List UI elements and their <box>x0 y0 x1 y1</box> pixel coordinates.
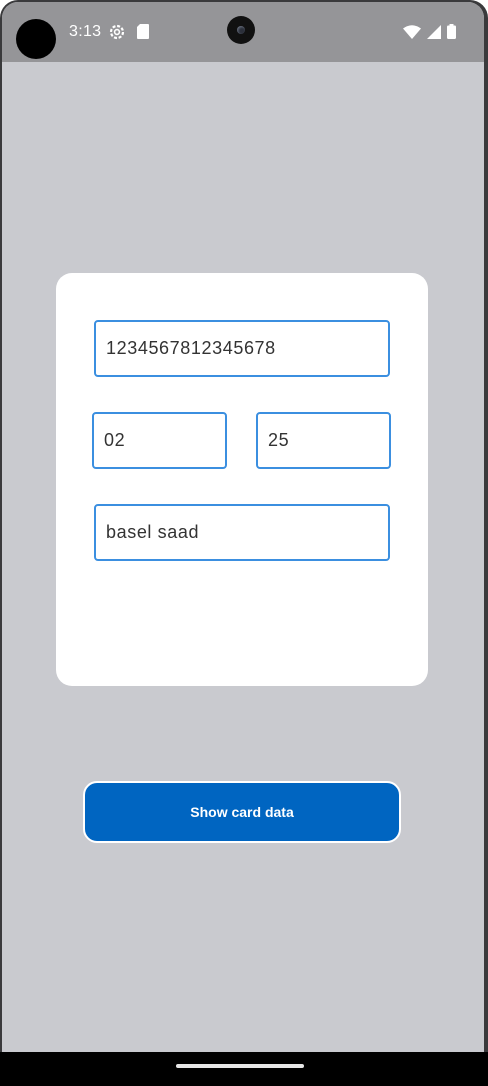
profile-dot-icon <box>16 19 56 59</box>
signal-icon <box>427 24 441 39</box>
show-card-data-button[interactable]: Show card data <box>83 781 401 843</box>
settings-icon <box>109 24 125 40</box>
wifi-icon <box>403 24 421 39</box>
status-indicators <box>403 24 456 39</box>
expiry-month-input[interactable] <box>104 430 225 451</box>
card-form-container <box>56 273 428 686</box>
card-holder-field[interactable] <box>94 504 390 561</box>
expiry-year-input[interactable] <box>268 430 389 451</box>
front-camera <box>227 16 255 44</box>
battery-icon <box>447 24 456 39</box>
device-frame: 3:13 1234567812345678 02 25 basel saad S… <box>0 0 488 1086</box>
navigation-bar <box>0 1052 488 1086</box>
home-handle[interactable] <box>176 1064 304 1068</box>
status-time: 3:13 <box>69 23 102 40</box>
status-bar: 3:13 <box>2 2 484 62</box>
card-holder-input[interactable] <box>106 522 388 543</box>
expiry-year-field[interactable] <box>256 412 391 469</box>
card-number-field[interactable] <box>94 320 390 377</box>
expiry-month-field[interactable] <box>92 412 227 469</box>
card-number-input[interactable] <box>106 338 388 359</box>
app-screen: 3:13 1234567812345678 02 25 basel saad S… <box>2 2 484 1082</box>
sd-card-icon <box>137 24 149 39</box>
